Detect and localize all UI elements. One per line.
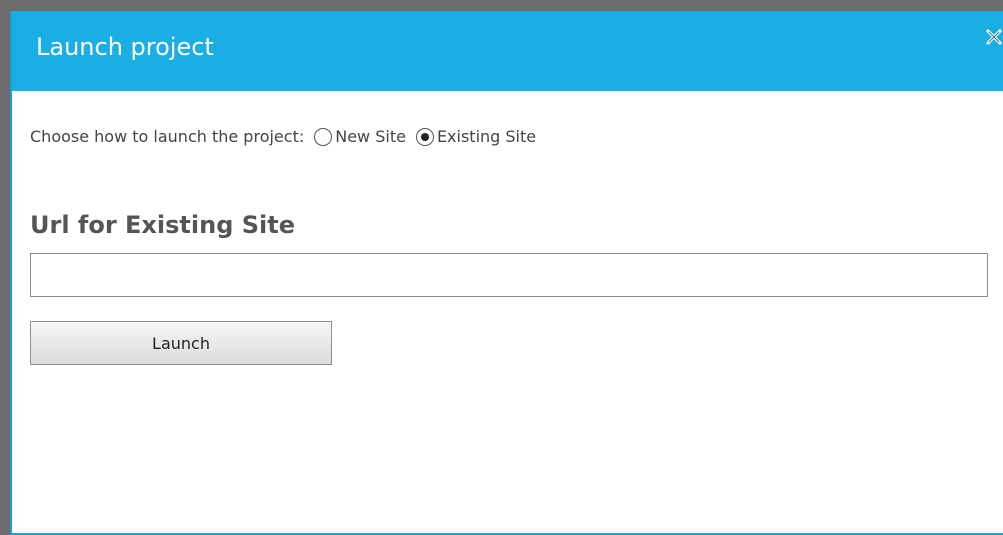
launch-mode-row: Choose how to launch the project: New Si… (30, 127, 536, 146)
launch-button[interactable]: Launch (30, 321, 332, 365)
new-site-radio[interactable] (314, 127, 333, 146)
dialog-title: Launch project (36, 33, 214, 61)
existing-site-url-input[interactable] (30, 253, 988, 297)
new-site-label[interactable]: New Site (335, 127, 406, 146)
dialog-title-bar: Launch project (12, 11, 1003, 91)
launch-mode-prompt: Choose how to launch the project: (30, 127, 305, 146)
existing-site-radio[interactable] (415, 127, 434, 146)
launch-project-dialog: Launch project Choose how to launch the … (10, 11, 1003, 535)
close-icon[interactable] (985, 28, 1003, 46)
existing-site-label[interactable]: Existing Site (437, 127, 536, 146)
url-section-heading: Url for Existing Site (30, 211, 295, 239)
